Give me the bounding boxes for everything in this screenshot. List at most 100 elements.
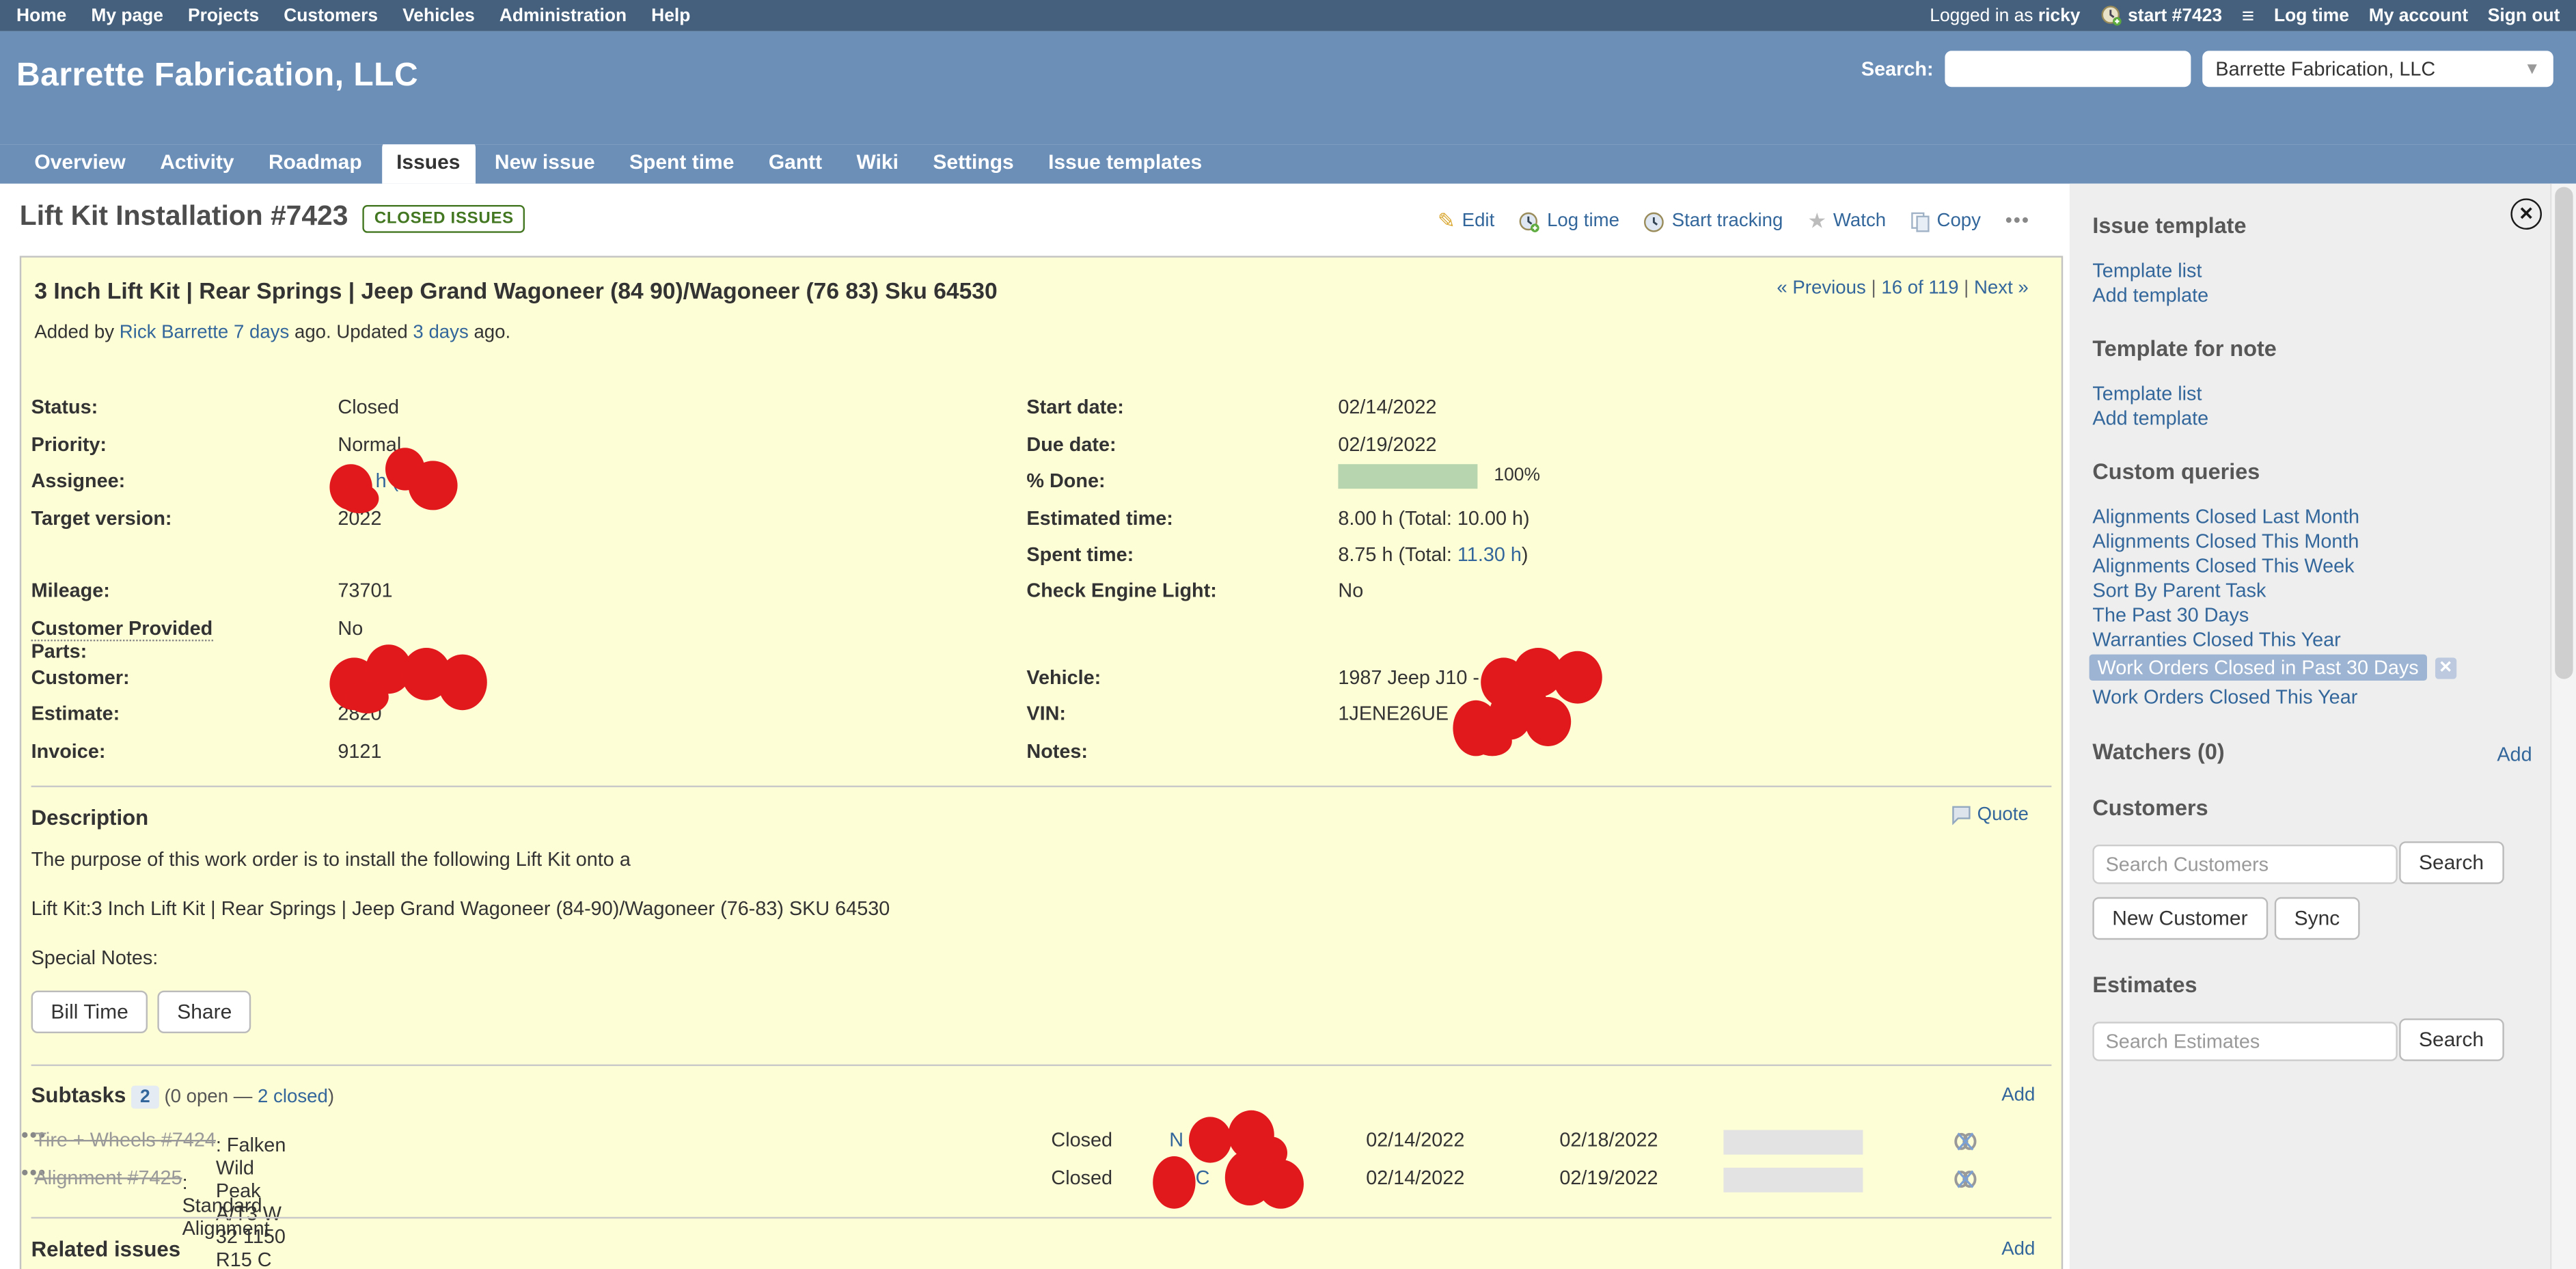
chevron-down-icon: ▼ <box>2524 60 2540 78</box>
spent-time-label: Spent time: <box>1026 543 1134 566</box>
start-timer-link[interactable]: start #7423 <box>2100 5 2222 26</box>
more-actions-button[interactable]: ••• <box>2005 212 2030 232</box>
vin-value: 1JENE26UE <box>1338 702 1449 725</box>
quote-button[interactable]: Quote <box>1951 805 2029 825</box>
watch-button[interactable]: ★Watch <box>1807 208 1886 234</box>
custom-query-link[interactable]: Alignments Closed This Month <box>2092 530 2359 553</box>
search-customers-button[interactable]: Search <box>2399 841 2504 884</box>
search-estimates-input[interactable] <box>2092 1022 2397 1061</box>
assignee-label: Assignee: <box>31 469 126 492</box>
sidebar: ✕ Issue template Template list Add templ… <box>2070 184 2552 1269</box>
custom-query-link[interactable]: Work Orders Closed This Year <box>2092 685 2357 709</box>
pencil-icon: ✎ <box>1438 208 1455 234</box>
add-template-link[interactable]: Add template <box>2092 284 2208 307</box>
subtask-row: Alignment #7425: Standard Alignment Clos… <box>21 1161 2061 1197</box>
search-input[interactable] <box>1945 51 2191 87</box>
bill-time-button[interactable]: Bill Time <box>31 991 148 1033</box>
template-list-link[interactable]: Template list <box>2092 259 2202 282</box>
search-customers-input[interactable] <box>2092 845 2397 884</box>
estimates-heading: Estimates <box>2092 972 2197 997</box>
section-divider <box>31 1217 2052 1218</box>
page: Home My page Projects Customers Vehicles… <box>0 0 2576 1269</box>
subtask-link[interactable]: Alignment #7425 <box>34 1166 182 1189</box>
topmenu-administration[interactable]: Administration <box>499 5 627 25</box>
added-ago-link[interactable]: 7 days <box>234 323 289 343</box>
tab-issue-templates[interactable]: Issue templates <box>1034 144 1217 184</box>
note-add-template-link[interactable]: Add template <box>2092 407 2208 430</box>
issue-template-heading: Issue template <box>2092 213 2246 238</box>
tab-settings[interactable]: Settings <box>918 144 1029 184</box>
start-tracking-button[interactable]: Start tracking <box>1644 210 1783 232</box>
section-divider <box>31 786 2052 787</box>
project-tabs: Overview Activity Roadmap Issues New iss… <box>0 144 2576 184</box>
page-title: Lift Kit Installation #7423 CLOSED ISSUE… <box>20 200 525 233</box>
edit-button[interactable]: ✎Edit <box>1438 208 1494 234</box>
sign-out-link[interactable]: Sign out <box>2488 5 2560 25</box>
my-account-link[interactable]: My account <box>2369 5 2468 25</box>
vin-label: VIN: <box>1026 702 1066 725</box>
tab-spent-time[interactable]: Spent time <box>614 144 749 184</box>
scrollbar[interactable] <box>2550 184 2576 1269</box>
updated-ago-link[interactable]: 3 days <box>413 323 468 343</box>
custom-query-link[interactable]: Sort By Parent Task <box>2092 579 2266 602</box>
notes-label: Notes: <box>1026 739 1088 763</box>
subtask-subject: Alignment #7425: Standard Alignment <box>34 1166 182 1189</box>
next-link[interactable]: Next » <box>1974 279 2029 299</box>
due-date-label: Due date: <box>1026 433 1116 456</box>
invoice-link[interactable]: 9121 <box>338 739 381 763</box>
topmenu-home[interactable]: Home <box>16 5 66 25</box>
status-label: Status: <box>31 395 98 418</box>
custom-query-link[interactable]: Alignments Closed Last Month <box>2092 505 2359 528</box>
done-label: % Done: <box>1026 469 1105 492</box>
queue-list-icon[interactable]: ≡ <box>2242 3 2254 28</box>
topmenu-projects[interactable]: Projects <box>188 5 259 25</box>
new-customer-button[interactable]: New Customer <box>2092 897 2267 940</box>
username: ricky <box>2038 5 2081 25</box>
note-template-list-link[interactable]: Template list <box>2092 382 2202 405</box>
custom-query-link[interactable]: Alignments Closed This Week <box>2092 554 2354 577</box>
previous-link[interactable]: « Previous <box>1777 279 1865 299</box>
vehicle-link[interactable]: 1987 Jeep J10 - <box>1338 666 1479 689</box>
position-indicator: 16 of 119 <box>1881 279 1958 299</box>
unlink-icon[interactable] <box>1953 1132 1977 1151</box>
clock-icon <box>1644 210 1665 232</box>
clear-query-icon[interactable]: ✕ <box>2435 657 2456 678</box>
log-time-link[interactable]: Log time <box>2274 5 2349 25</box>
topmenu-customers[interactable]: Customers <box>284 5 378 25</box>
tab-overview[interactable]: Overview <box>20 144 141 184</box>
description-paragraph: Special Notes: <box>31 946 159 970</box>
target-version-label: Target version: <box>31 507 172 530</box>
subtask-assignee[interactable]: N <box>1169 1128 1183 1151</box>
tab-gantt[interactable]: Gantt <box>754 144 837 184</box>
spent-total-link[interactable]: 11.30 h <box>1457 543 1522 566</box>
close-sidebar-icon[interactable]: ✕ <box>2510 198 2542 230</box>
tab-issues[interactable]: Issues <box>381 141 475 183</box>
search-estimates-button[interactable]: Search <box>2399 1018 2504 1061</box>
scrollbar-thumb[interactable] <box>2555 187 2573 679</box>
author-link[interactable]: Rick Barrette <box>120 323 229 343</box>
custom-query-link[interactable]: Warranties Closed This Year <box>2092 628 2340 651</box>
sync-button[interactable]: Sync <box>2275 897 2359 940</box>
add-subtask-link[interactable]: Add <box>2001 1086 2035 1106</box>
topmenu-vehicles[interactable]: Vehicles <box>402 5 475 25</box>
topmenu-help[interactable]: Help <box>651 5 690 25</box>
tab-activity[interactable]: Activity <box>146 144 249 184</box>
tab-new-issue[interactable]: New issue <box>480 144 609 184</box>
add-related-issue-link[interactable]: Add <box>2001 1240 2035 1259</box>
closed-subtasks-link[interactable]: 2 closed <box>258 1087 328 1107</box>
tab-roadmap[interactable]: Roadmap <box>254 144 376 184</box>
project-jump-select[interactable]: Barrette Fabrication, LLC ▼ <box>2202 51 2553 87</box>
subtask-link[interactable]: Tire + Wheels #7424 <box>34 1128 216 1151</box>
add-watcher-link[interactable]: Add <box>2497 743 2532 766</box>
topmenu-my-page[interactable]: My page <box>91 5 163 25</box>
custom-query-selected[interactable]: Work Orders Closed in Past 30 Days ✕ <box>2089 655 2456 681</box>
custom-query-link[interactable]: The Past 30 Days <box>2092 603 2249 627</box>
unlink-icon[interactable] <box>1953 1169 1977 1189</box>
log-time-button[interactable]: Log time <box>1519 210 1619 232</box>
start-date-label: Start date: <box>1026 395 1123 418</box>
tab-wiki[interactable]: Wiki <box>842 144 914 184</box>
share-button[interactable]: Share <box>157 991 251 1033</box>
copy-button[interactable]: Copy <box>1910 210 1981 232</box>
subtask-status: Closed <box>1051 1128 1112 1151</box>
estimate-label: Estimate: <box>31 702 120 725</box>
